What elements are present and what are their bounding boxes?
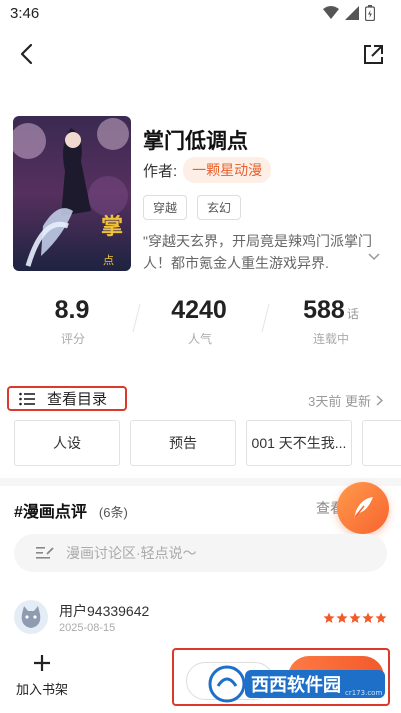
catalog-label: 查看目录 xyxy=(47,391,108,408)
stat-value: 588 xyxy=(303,296,345,324)
start-reading-button[interactable]: 开始阅读 xyxy=(288,656,384,698)
cat-avatar-icon xyxy=(21,606,41,628)
status-icons xyxy=(323,5,375,21)
stat-value: 8.9 xyxy=(54,296,90,324)
stat-rating: 8.9 评分 xyxy=(13,296,133,347)
back-arrow-icon xyxy=(20,43,33,65)
review-section-title: #漫画点评 xyxy=(14,504,87,521)
author-row: 作者: 一颗星动漫 xyxy=(143,157,272,183)
stat-value: 4240 xyxy=(171,296,227,324)
view-catalog-button[interactable]: 查看目录 xyxy=(7,386,127,411)
chapter-list: 人设 预告 001 天不生我... 002 xyxy=(14,420,401,466)
wifi-icon xyxy=(323,6,339,19)
chapter-item[interactable]: 预告 xyxy=(130,420,236,466)
stat-label: 评分 xyxy=(60,332,85,346)
back-button[interactable] xyxy=(14,40,42,68)
quill-icon xyxy=(354,497,373,518)
stats-row: 8.9 评分 4240 人气 588 话 连载中 xyxy=(0,296,401,356)
battery-icon xyxy=(365,5,375,21)
review-username: 用户94339642 xyxy=(59,603,150,619)
signal-icon xyxy=(345,6,359,20)
comment-input[interactable]: 漫画讨论区·轻点说～ xyxy=(14,534,387,572)
book-title: 掌门低调点 xyxy=(143,130,248,153)
chapter-item[interactable]: 人设 xyxy=(14,420,120,466)
review-header: #漫画点评 (6条) xyxy=(14,498,128,522)
review-item[interactable]: 用户94339642 2025-08-15 xyxy=(14,598,387,640)
share-icon xyxy=(364,45,383,64)
svg-text:点: 点 xyxy=(103,254,114,267)
author-label: 作者: xyxy=(143,162,178,180)
status-bar: 3:46 xyxy=(0,0,401,30)
avatar[interactable] xyxy=(14,600,48,634)
review-count: (6条) xyxy=(98,505,128,520)
star-icon xyxy=(362,612,374,623)
update-text: 3天前 更新 xyxy=(308,394,371,409)
tag-chip[interactable]: 玄幻 xyxy=(197,195,242,220)
comment-placeholder: 漫画讨论区·轻点说～ xyxy=(66,545,197,561)
star-icon xyxy=(323,612,335,623)
list-icon xyxy=(19,392,35,405)
book-cover[interactable]: 掌 点 xyxy=(13,116,131,271)
stat-popularity: 4240 人气 xyxy=(140,296,260,347)
share-button[interactable] xyxy=(359,40,387,68)
review-date: 2025-08-15 xyxy=(59,622,116,634)
chapter-item[interactable]: 002 xyxy=(362,420,401,466)
section-divider xyxy=(0,478,401,486)
expand-chevron-icon[interactable] xyxy=(367,250,381,264)
star-icon xyxy=(349,612,361,623)
plus-icon xyxy=(34,655,50,671)
author-name-link[interactable]: 一颗星动漫 xyxy=(183,157,272,183)
add-to-shelf-button[interactable]: 加入书架 xyxy=(10,654,74,704)
bottom-action-bar: 加入书架 下载 开始阅读 xyxy=(0,648,401,713)
chevron-right-icon xyxy=(376,395,383,406)
stat-label: 人气 xyxy=(187,332,212,346)
stat-divider xyxy=(261,304,270,332)
tag-list: 穿越 玄幻 xyxy=(143,195,242,220)
edit-list-icon xyxy=(36,547,54,559)
star-icon xyxy=(336,612,348,623)
tag-chip[interactable]: 穿越 xyxy=(143,195,188,220)
star-icon xyxy=(375,612,387,623)
status-time: 3:46 xyxy=(10,5,40,22)
top-nav xyxy=(0,36,401,72)
chapter-item[interactable]: 001 天不生我... xyxy=(246,420,352,466)
download-button[interactable]: 下载 xyxy=(186,662,274,700)
cover-image: 掌 点 xyxy=(13,116,131,271)
write-review-fab[interactable] xyxy=(337,482,389,534)
review-rating xyxy=(323,612,387,624)
cover-logo-text: 掌 xyxy=(101,214,123,239)
shelf-label: 加入书架 xyxy=(15,682,68,697)
stat-episodes: 588 话 连载中 xyxy=(271,296,391,347)
stat-label: 连载中 xyxy=(312,332,349,346)
update-info[interactable]: 3天前 更新 xyxy=(308,391,383,410)
book-summary[interactable]: "穿越天玄界，开局竟是辣鸡门派掌门人！都市氪金人重生游戏异界. xyxy=(143,230,379,274)
